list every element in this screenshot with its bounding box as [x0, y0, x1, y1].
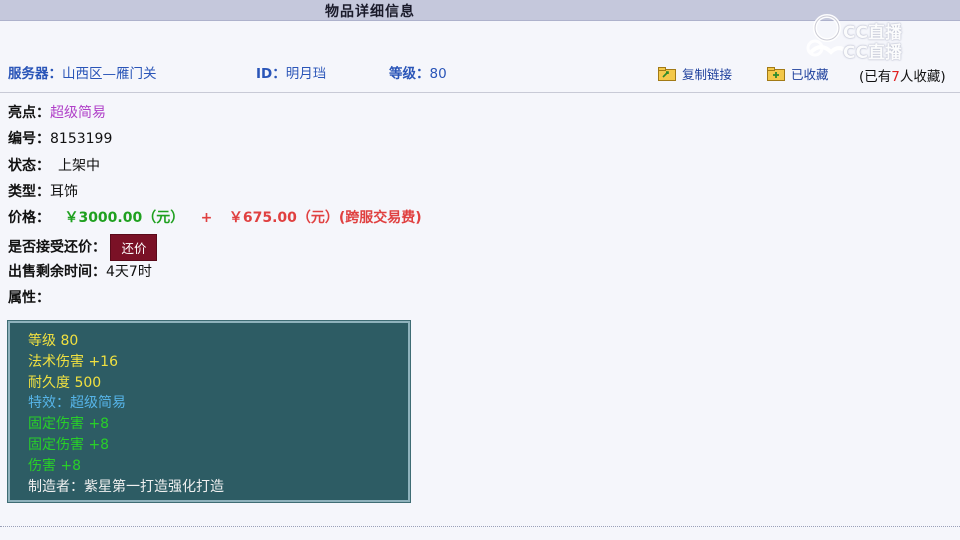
watermark-text: CC直播 [843, 43, 902, 63]
highlight-row: 亮点：超级简易 [8, 102, 106, 122]
status-row: 状态： 上架中 [8, 155, 100, 175]
attributes-panel: 等级 80 法术伤害 +16 耐久度 500 特效：超级简易 固定伤害 +8 固… [7, 320, 411, 503]
item-info-bar: 服务器：山西区—雁门关 ID：明月珰 等级：80 复制链接 已收藏 (已有7人收… [0, 62, 960, 88]
watermark: CC直播 CC直播 [805, 12, 955, 68]
price-value: ￥3000.00（元） [64, 210, 185, 226]
fav-count-number: 7 [891, 69, 900, 85]
level-label: 等级： [389, 66, 430, 82]
price-row: 价格： ￥3000.00（元） + ￥675.00（元）(跨服交易费) [8, 207, 422, 227]
favorite-count: (已有7人收藏) [859, 65, 946, 85]
cross-server-fee: ￥675.00（元）(跨服交易费) [228, 210, 422, 226]
fav-suffix: 人收藏) [899, 69, 946, 85]
server-label: 服务器： [8, 66, 62, 82]
time-left-value: 4天7时 [106, 264, 152, 280]
divider [0, 526, 960, 527]
type-value: 耳饰 [50, 184, 78, 200]
id-label: ID： [256, 66, 286, 82]
number-label: 编号： [8, 131, 50, 147]
attribute-line: 耐久度 500 [28, 374, 102, 391]
attribute-line: 等级 80 [28, 333, 79, 349]
level-value: 80 [429, 66, 447, 82]
attribute-line: 法术伤害 +16 [28, 353, 118, 370]
counter-offer-label: 是否接受还价： [8, 239, 106, 256]
price-label: 价格： [8, 210, 50, 226]
attribute-line: 制造者：紫星第一打造强化打造 [28, 478, 224, 495]
fav-prefix: (已有 [859, 69, 892, 85]
attributes-row: 属性： [8, 287, 50, 307]
seller-id: ID：明月珰 [256, 62, 326, 82]
status-label: 状态： [8, 158, 50, 174]
time-left-row: 出售剩余时间：4天7时 [8, 261, 152, 281]
attribute-line: 特效：超级简易 [28, 395, 126, 412]
id-value: 明月珰 [285, 66, 327, 82]
level-info: 等级：80 [389, 62, 447, 82]
highlight-label: 亮点： [8, 105, 50, 121]
type-label: 类型： [8, 184, 50, 200]
folder-share-icon [658, 67, 676, 81]
favorited-button[interactable]: 已收藏 [767, 64, 829, 83]
status-value: 上架中 [58, 158, 100, 174]
number-row: 编号：8153199 [8, 128, 112, 148]
copy-link-label: 复制链接 [682, 67, 733, 82]
attribute-line: 固定伤害 +8 [28, 436, 110, 453]
counter-offer-button[interactable]: 还价 [110, 234, 158, 261]
copy-link-button[interactable]: 复制链接 [658, 64, 732, 83]
attribute-line: 固定伤害 +8 [28, 416, 110, 433]
number-value: 8153199 [50, 131, 113, 147]
divider [0, 92, 960, 93]
favorited-label: 已收藏 [791, 67, 829, 82]
page-title: 物品详细信息 [325, 4, 415, 20]
server-info: 服务器：山西区—雁门关 [8, 62, 157, 82]
type-row: 类型：耳饰 [8, 181, 78, 201]
attribute-line: 伤害 +8 [28, 457, 82, 474]
server-value: 山西区—雁门关 [62, 66, 157, 82]
price-plus: + [200, 210, 213, 226]
time-left-label: 出售剩余时间： [8, 264, 106, 280]
folder-favorite-icon [767, 67, 785, 81]
highlight-value: 超级简易 [50, 105, 106, 121]
attributes-label: 属性： [8, 290, 50, 306]
counter-offer-row: 是否接受还价： 还价 [8, 234, 158, 261]
